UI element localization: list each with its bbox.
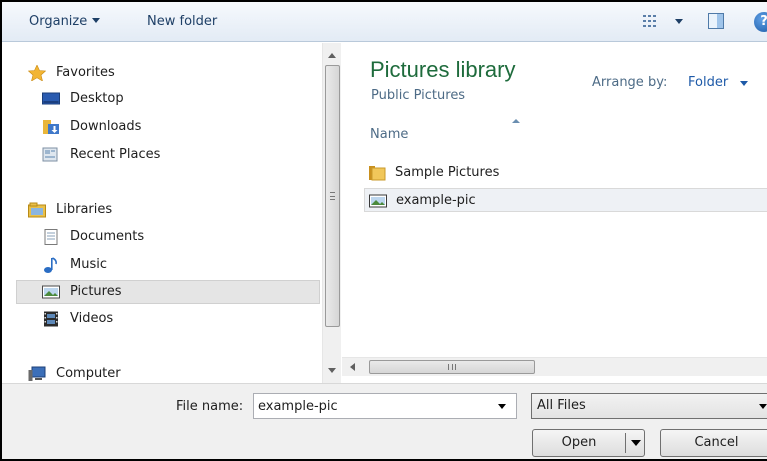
scroll-left-arrow-icon[interactable] [350, 363, 355, 371]
file-type-select[interactable]: All Files [531, 393, 767, 419]
libraries-icon [28, 202, 46, 218]
scroll-thumb[interactable] [369, 360, 535, 374]
nav-item-label: Documents [70, 229, 145, 244]
arrange-chevron-down-icon[interactable] [740, 81, 748, 86]
file-name-history-chevron-icon[interactable] [498, 404, 506, 409]
cancel-button[interactable]: Cancel [660, 429, 767, 457]
music-icon [44, 257, 57, 273]
view-options-chevron-icon[interactable] [675, 19, 683, 24]
nav-item-label: Videos [70, 311, 114, 326]
nav-item-label: Computer [56, 366, 121, 381]
file-open-dialog: Organize New folder ? Favorites Desktop … [0, 0, 767, 461]
nav-item-label: Downloads [70, 119, 142, 134]
column-header-name[interactable]: Name [370, 127, 408, 142]
organize-label: Organize [29, 14, 88, 29]
nav-item-label: Libraries [56, 202, 113, 217]
file-name-label: File name: [176, 399, 244, 414]
downloads-folder-icon [43, 120, 59, 134]
library-title: Pictures library [370, 57, 516, 82]
nav-item-label: Music [70, 257, 107, 272]
documents-icon [44, 229, 58, 245]
file-row-example-pic[interactable]: example-pic [364, 188, 767, 212]
command-bar: Organize New folder ? [2, 2, 767, 42]
scroll-down-arrow-icon[interactable] [328, 368, 336, 373]
desktop-icon [42, 92, 60, 105]
open-button-label: Open [561, 435, 597, 450]
preview-pane-icon[interactable] [708, 13, 724, 29]
file-list-pane: Pictures library Public Pictures Arrange… [348, 43, 767, 357]
nav-item-label: Favorites [56, 65, 115, 80]
dialog-footer: File name: All Files Open Cancel [2, 383, 767, 459]
videos-icon [44, 311, 58, 327]
chevron-down-icon [92, 18, 101, 23]
scroll-thumb[interactable] [325, 65, 340, 327]
scroll-grip-icon [330, 192, 335, 200]
scroll-up-arrow-icon[interactable] [328, 53, 336, 58]
organize-button[interactable]: Organize [29, 13, 101, 31]
file-type-chevron-down-icon[interactable] [759, 404, 767, 409]
file-row-sample-pictures[interactable]: Sample Pictures [364, 161, 767, 185]
open-button[interactable]: Open [532, 429, 645, 457]
folder-icon [369, 166, 386, 181]
arrange-by-dropdown[interactable]: Folder [688, 75, 728, 90]
file-list-horizontal-scrollbar[interactable] [342, 357, 767, 376]
nav-selection-highlight [16, 280, 320, 304]
sort-ascending-icon [512, 119, 520, 123]
library-subtitle[interactable]: Public Pictures [371, 88, 465, 103]
file-name: example-pic [396, 193, 476, 208]
nav-item-label: Desktop [70, 91, 124, 106]
image-file-icon [369, 194, 387, 208]
open-options-chevron-icon[interactable] [631, 440, 641, 446]
help-icon[interactable]: ? [754, 12, 767, 32]
file-name: Sample Pictures [395, 165, 500, 180]
arrange-by-label: Arrange by: [592, 75, 668, 90]
navigation-pane: Favorites Desktop Downloads Recent Place… [2, 43, 322, 383]
view-options-icon[interactable] [643, 14, 657, 28]
scroll-grip-icon [448, 364, 456, 370]
computer-icon [28, 366, 46, 381]
nav-item-label: Recent Places [70, 147, 161, 162]
star-icon [28, 65, 46, 81]
nav-vertical-scrollbar[interactable] [322, 43, 341, 383]
recent-places-icon [42, 147, 58, 162]
nav-item-label: Pictures [70, 284, 122, 299]
split-divider [625, 433, 626, 453]
file-name-input[interactable] [253, 393, 517, 419]
new-folder-button[interactable]: New folder [147, 13, 217, 31]
pictures-icon [42, 285, 60, 299]
